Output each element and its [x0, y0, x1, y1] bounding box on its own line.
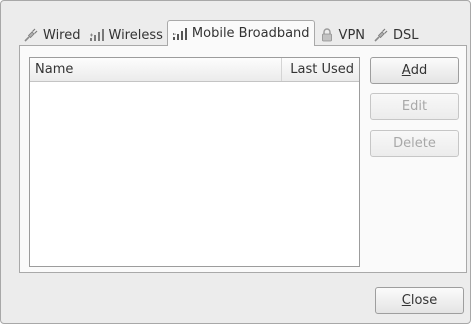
ethernet-plug-icon — [373, 27, 389, 43]
delete-button[interactable]: Delete — [370, 130, 459, 157]
column-header-name[interactable]: Name — [30, 58, 281, 81]
column-header-last-used[interactable]: Last Used — [281, 58, 359, 81]
close-button[interactable]: Close — [375, 287, 464, 314]
tab-label: DSL — [393, 27, 419, 43]
tab-label: Mobile Broadband — [191, 26, 310, 41]
mobile-signal-icon — [172, 26, 188, 42]
tab-label: Wired — [43, 27, 81, 43]
network-connections-dialog: Wired Wireless Mobile Broadband VPN DSL … — [0, 0, 471, 324]
connection-list[interactable]: Name Last Used — [29, 57, 360, 267]
close-mnemonic: C — [401, 293, 411, 308]
tab-label: Wireless — [108, 27, 163, 43]
lock-icon — [319, 27, 335, 43]
tab-label: VPN — [338, 27, 366, 43]
tab-wireless[interactable]: Wireless — [85, 24, 167, 46]
tab-mobile-broadband[interactable]: Mobile Broadband — [166, 20, 315, 46]
add-button[interactable]: Add — [370, 57, 459, 84]
connection-type-tabs: Wired Wireless Mobile Broadband VPN DSL — [19, 20, 423, 46]
edit-button[interactable]: Edit — [370, 93, 459, 120]
mobile-broadband-tab-page: Name Last Used Add Edit Delete — [19, 45, 467, 273]
wifi-signal-icon — [89, 27, 105, 43]
tab-dsl[interactable]: DSL — [369, 24, 423, 46]
tab-wired[interactable]: Wired — [19, 24, 85, 46]
add-label-rest: dd — [410, 63, 428, 78]
close-label-rest: lose — [410, 293, 438, 308]
add-mnemonic: A — [401, 63, 411, 78]
ethernet-plug-icon — [23, 27, 39, 43]
tab-vpn[interactable]: VPN — [315, 24, 369, 46]
list-header: Name Last Used — [30, 58, 359, 82]
